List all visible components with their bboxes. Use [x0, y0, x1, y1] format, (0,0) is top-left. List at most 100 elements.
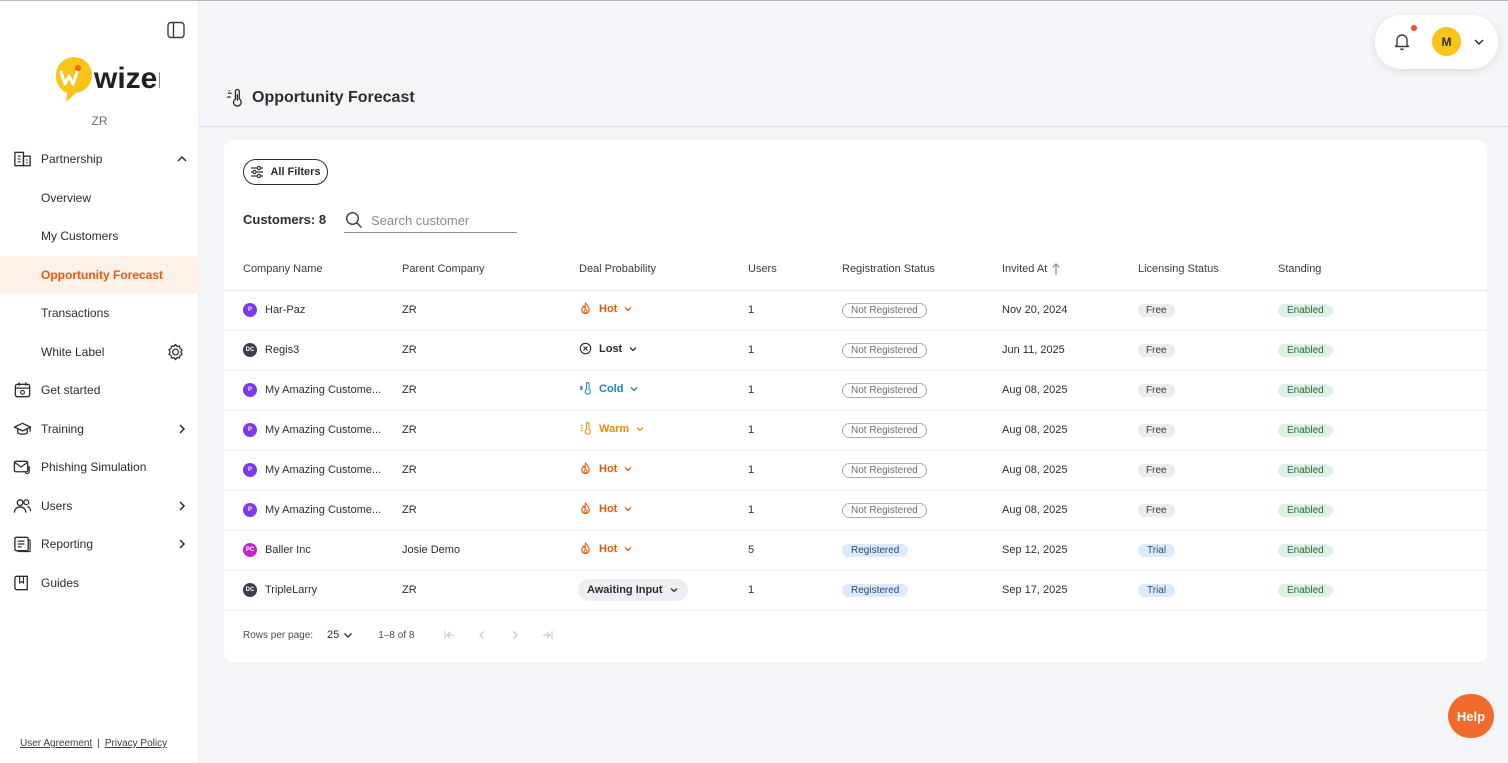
- table-row[interactable]: P My Amazing Custome... ZR Warm 1 Not Registe…: [224, 410, 1487, 451]
- table-row[interactable]: P My Amazing Custome... ZR Hot 1 Not Register…: [224, 490, 1487, 531]
- last-page-icon[interactable]: [542, 629, 554, 641]
- company-name[interactable]: My Amazing Custome...: [265, 504, 381, 516]
- sidebar-item-opportunity-forecast[interactable]: Opportunity Forecast: [0, 255, 199, 294]
- sidebar-item-overview[interactable]: Overview: [0, 179, 199, 218]
- standing-badge: Enabled: [1278, 303, 1333, 317]
- search-input[interactable]: [371, 212, 511, 228]
- chevron-up-icon[interactable]: [176, 153, 188, 165]
- deal-probability-select[interactable]: Lost: [579, 342, 638, 355]
- deal-probability-select[interactable]: Hot: [579, 542, 633, 555]
- cell-invited-at: Sep 17, 2025: [1002, 570, 1138, 611]
- help-button[interactable]: Help: [1448, 694, 1494, 738]
- col-licensing-status[interactable]: Licensing Status: [1138, 248, 1278, 291]
- cell-company[interactable]: DC Regis3: [224, 330, 402, 371]
- chevron-down-icon[interactable]: [1473, 36, 1485, 48]
- sidebar-item-users[interactable]: Users: [0, 487, 199, 526]
- standing-badge: Enabled: [1278, 343, 1333, 357]
- cell-users: 1: [748, 290, 842, 331]
- company-name[interactable]: Baller Inc: [265, 544, 311, 556]
- licensing-status-badge: Free: [1138, 343, 1175, 357]
- col-users[interactable]: Users: [748, 248, 842, 291]
- gear-icon[interactable]: [166, 342, 185, 361]
- notification-dot: [1411, 25, 1417, 31]
- table-row[interactable]: PC Baller Inc Josie Demo Hot 5 Registered Sep …: [224, 530, 1487, 571]
- user-agreement-link[interactable]: User Agreement: [20, 738, 92, 749]
- cell-parent-company: ZR: [402, 570, 579, 611]
- company-name[interactable]: My Amazing Custome...: [265, 384, 381, 396]
- table-row[interactable]: P My Amazing Custome... ZR Hot 1 Not Register…: [224, 450, 1487, 491]
- cell-company[interactable]: P Har-Paz: [224, 290, 402, 331]
- company-name[interactable]: My Amazing Custome...: [265, 424, 381, 436]
- all-filters-label: All Filters: [270, 166, 321, 178]
- cell-company[interactable]: DC TripleLarry: [224, 570, 402, 611]
- chevron-down-icon: [344, 633, 353, 638]
- sidebar-item-label: Phishing Simulation: [41, 460, 147, 475]
- company-name[interactable]: Regis3: [265, 344, 299, 356]
- deal-probability-value: Hot: [599, 542, 618, 555]
- col-standing[interactable]: Standing: [1278, 248, 1487, 291]
- prev-page-icon[interactable]: [476, 629, 488, 641]
- table-row[interactable]: DC TripleLarry ZR Awaiting Input 1 Registered…: [224, 570, 1487, 611]
- deal-probability-select[interactable]: Cold: [579, 382, 639, 395]
- sidebar-item-guides[interactable]: Guides: [0, 564, 199, 603]
- company-name[interactable]: Har-Paz: [265, 304, 305, 316]
- chevron-down-icon: [624, 306, 632, 311]
- table-row[interactable]: P Har-Paz ZR Hot 1 Not Registered Nov 20, 2024…: [224, 290, 1487, 331]
- chevron-right-icon[interactable]: [176, 423, 188, 435]
- chevron-right-icon[interactable]: [176, 538, 188, 550]
- sort-arrow-up-icon[interactable]: [1051, 262, 1061, 276]
- licensing-status-badge: Free: [1138, 503, 1175, 517]
- sidebar-toggle-icon[interactable]: [166, 20, 186, 40]
- privacy-policy-link[interactable]: Privacy Policy: [105, 738, 167, 749]
- deal-probability-select[interactable]: Hot: [579, 502, 633, 515]
- company-badge: DC: [243, 583, 257, 597]
- deal-probability-select[interactable]: Hot: [579, 302, 633, 315]
- sidebar-item-transactions[interactable]: Transactions: [0, 294, 199, 333]
- deal-probability-select[interactable]: Warm: [579, 422, 645, 435]
- sidebar-item-get-started[interactable]: Get started: [0, 371, 199, 410]
- deal-probability-select[interactable]: Awaiting Input: [578, 579, 688, 601]
- col-registration-status[interactable]: Registration Status: [842, 248, 1002, 291]
- cell-parent-company: Josie Demo: [402, 530, 579, 571]
- sidebar-item-label: Overview: [41, 190, 92, 205]
- cell-company[interactable]: P My Amazing Custome...: [224, 490, 402, 531]
- cell-company[interactable]: P My Amazing Custome...: [224, 450, 402, 491]
- deal-probability-value: Warm: [599, 422, 630, 435]
- col-company-name[interactable]: Company Name: [224, 248, 402, 291]
- close-circle-icon: [579, 342, 592, 355]
- cell-invited-at: Nov 20, 2024: [1002, 290, 1138, 331]
- sidebar-item-phishing-simulation[interactable]: Phishing Simulation: [0, 448, 199, 487]
- all-filters-button[interactable]: All Filters: [243, 159, 328, 185]
- company-badge: P: [243, 503, 257, 517]
- next-page-icon[interactable]: [509, 629, 521, 641]
- sidebar-item-partnership[interactable]: Partnership: [0, 140, 199, 179]
- user-menu[interactable]: M: [1375, 15, 1498, 69]
- avatar[interactable]: M: [1432, 27, 1461, 56]
- wizer-logo[interactable]: wizer: [50, 54, 160, 106]
- sidebar-item-white-label[interactable]: White Label: [0, 333, 199, 372]
- warm-thermometer-icon: [580, 422, 591, 435]
- company-name[interactable]: My Amazing Custome...: [265, 464, 381, 476]
- cell-standing: Enabled: [1278, 450, 1487, 491]
- cell-company[interactable]: PC Baller Inc: [224, 530, 402, 571]
- licensing-status-badge: Trial: [1138, 583, 1176, 597]
- rows-per-page-select[interactable]: 25: [327, 629, 353, 641]
- cell-standing: Enabled: [1278, 370, 1487, 411]
- footer-separator: |: [97, 738, 100, 749]
- company-name[interactable]: TripleLarry: [265, 584, 317, 596]
- sidebar-item-my-customers[interactable]: My Customers: [0, 217, 199, 256]
- sidebar-item-reporting[interactable]: Reporting: [0, 525, 199, 564]
- deal-probability-select[interactable]: Hot: [579, 462, 633, 475]
- cell-company[interactable]: P My Amazing Custome...: [224, 410, 402, 451]
- sidebar-item-training[interactable]: Training: [0, 410, 199, 449]
- col-invited-at[interactable]: Invited At: [1002, 248, 1138, 291]
- chevron-right-icon[interactable]: [176, 500, 188, 512]
- table-row[interactable]: DC Regis3 ZR Lost 1 Not Registered Jun 11, 202…: [224, 330, 1487, 371]
- first-page-icon[interactable]: [443, 629, 455, 641]
- cell-company[interactable]: P My Amazing Custome...: [224, 370, 402, 411]
- table-row[interactable]: P My Amazing Custome... ZR Cold 1 Not Registe…: [224, 370, 1487, 411]
- chevron-down-icon: [629, 346, 637, 351]
- col-parent-company[interactable]: Parent Company: [402, 248, 579, 291]
- col-deal-probability[interactable]: Deal Probability: [579, 248, 748, 291]
- bell-icon[interactable]: [1392, 31, 1412, 51]
